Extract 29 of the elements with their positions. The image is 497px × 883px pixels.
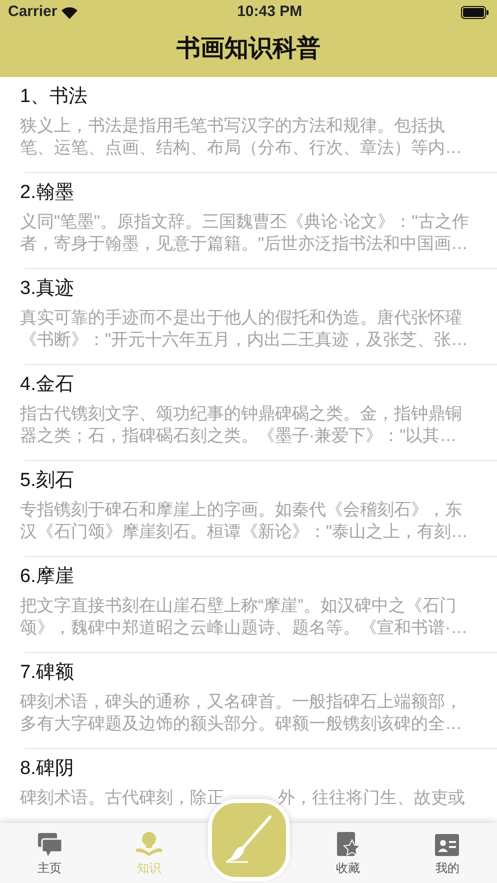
- article-summary: 狭义上，书法是指用毛笔书写汉字的方法和规律。包括执 笔、运笔、点画、结构、布局（分布、行次、章法）等内…: [20, 115, 463, 159]
- wifi-icon: [61, 6, 78, 18]
- article-title: 6.摩崖: [20, 565, 75, 589]
- article-summary: 专指镌刻于碑石和摩崖上的字画。如秦代《会稽刻石》，东 汉《石门颂》摩崖刻石。桓谭《新论》："泰山之上，有刻…: [20, 499, 470, 543]
- tab-item[interactable]: 主页: [0, 823, 100, 883]
- bulb-book-icon: [134, 831, 164, 857]
- article-summary: 碑刻术语，碑头的通称，又名碑首。一般指碑石上端额部， 多有大字碑题及边饰的额头部分。碑额一般镌刻该碑的全…: [20, 691, 463, 735]
- article-title: 4.金石: [20, 373, 75, 397]
- chat-icon: [36, 831, 63, 857]
- bookmark-star-icon: [334, 831, 361, 857]
- carrier-label: Carrier: [8, 2, 58, 22]
- article-summary: 义同"笔墨"。原指文辞。三国魏曹丕《典论·论文》："古之作 者，寄身于翰墨，见意于篇籍。"后世亦泛指书法和中国画…: [20, 211, 470, 255]
- contact-card-icon: [434, 831, 460, 857]
- article-title: 7.碑额: [20, 661, 75, 685]
- article-summary: 指古代镌刻文字、颂功纪事的钟鼎碑碣之类。金，指钟鼎铜 器之类；石，指碑碣石刻之类。《墨子·兼爱下》："以其…: [20, 403, 463, 447]
- article-title: 8.碑阴: [20, 757, 75, 781]
- page-title: 书画知识科普: [176, 34, 322, 64]
- article-title: 1、书法: [20, 85, 89, 109]
- battery-icon: [461, 6, 489, 18]
- article-title: 5.刻石: [20, 469, 75, 493]
- tab-item[interactable]: 我的: [398, 823, 497, 883]
- summary-fragment: 碑刻术语。古代碑刻，除正: [20, 787, 224, 809]
- article-summary: 真实可靠的手迹而不是出于他人的假托和伪造。唐代张怀瓘 《书断》："开元十六年五月，内出二王真迹，及张芝、张…: [20, 307, 470, 351]
- article-title: 2.翰墨: [20, 181, 75, 205]
- article-title: 3.真迹: [20, 277, 75, 301]
- tab-item[interactable]: 收藏: [298, 823, 398, 883]
- summary-fragment: 外，往往将门生、故吏或: [278, 787, 465, 809]
- clock-label: 10:43 PM: [237, 2, 302, 22]
- article-summary: 把文字直接书刻在山崖石壁上称“摩崖”。如汉碑中之《石门 颂》，魏碑中郑道昭之云峰山题诗、题名等。《宣和书谱·…: [20, 595, 469, 639]
